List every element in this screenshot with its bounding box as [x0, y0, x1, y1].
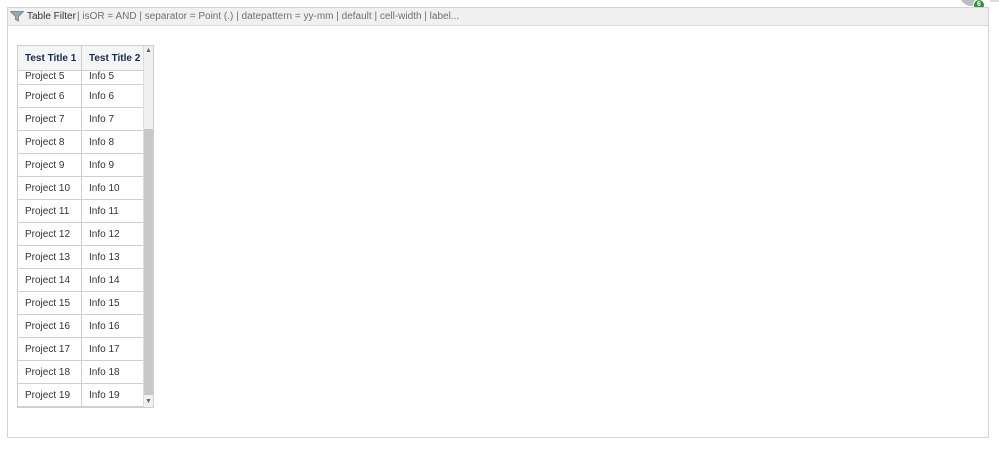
edge-handle — [990, 0, 999, 2]
table-row: Project 10 Info 10 — [18, 176, 145, 200]
table-cell: Info 5 — [81, 70, 145, 85]
table-cell: Project 6 — [18, 84, 82, 108]
table-cell: Info 16 — [81, 314, 145, 338]
table-cell: Project 9 — [18, 153, 82, 177]
table-cell: Info 9 — [81, 153, 145, 177]
table-cell: Info 18 — [81, 360, 145, 384]
table-row: Project 12 Info 12 — [18, 222, 145, 246]
table-filter-macro: Table Filter | isOR = AND | separator = … — [7, 7, 989, 438]
table-cell: Project 17 — [18, 337, 82, 361]
table-header-row: Test Title 1 Test Title 2 — [18, 46, 145, 71]
table-cell: Project 5 — [18, 70, 82, 85]
table-cell: Project 8 — [18, 130, 82, 154]
table-cell: Project 14 — [18, 268, 82, 292]
table-row: Project 17 Info 17 — [18, 337, 145, 361]
scrollbar-thumb[interactable] — [144, 129, 153, 395]
table-row: Project 9 Info 9 — [18, 153, 145, 177]
table-row: Project 5 Info 5 — [18, 70, 145, 85]
table-cell: Info 6 — [81, 84, 145, 108]
table-cell: Info 7 — [81, 107, 145, 131]
table-cell: Project 12 — [18, 222, 82, 246]
table-cell: Info 12 — [81, 222, 145, 246]
table-row: Project 6 Info 6 — [18, 84, 145, 108]
table-row: Project 15 Info 15 — [18, 291, 145, 315]
table-row: Project 13 Info 13 — [18, 245, 145, 269]
table-cell: Info 17 — [81, 337, 145, 361]
table-cell: Project 11 — [18, 199, 82, 223]
table-cell: Project 16 — [18, 314, 82, 338]
table-cell: Info 19 — [81, 383, 145, 407]
macro-parameters: | isOR = AND | separator = Point (.) | d… — [77, 11, 460, 22]
table-cell: Project 10 — [18, 176, 82, 200]
table-row: Project 18 Info 18 — [18, 360, 145, 384]
table-row: Project 7 Info 7 — [18, 107, 145, 131]
table-cell: Project 15 — [18, 291, 82, 315]
chevron-up-icon[interactable]: ▲ — [144, 46, 153, 56]
table-row: Project 19 Info 19 — [18, 383, 145, 407]
macro-name: Table Filter — [27, 11, 76, 22]
table-cell: Info 11 — [81, 199, 145, 223]
table-cell: Project 13 — [18, 245, 82, 269]
table-cell: Info 8 — [81, 130, 145, 154]
table-cell: Info 13 — [81, 245, 145, 269]
filter-table-container[interactable]: Test Title 1 Test Title 2 Project 5 Info … — [17, 45, 154, 408]
funnel-icon — [10, 11, 24, 22]
table-row: Project 8 Info 8 — [18, 130, 145, 154]
table-cell: Project 18 — [18, 360, 82, 384]
table-cell: Info 14 — [81, 268, 145, 292]
table-cell: Project 19 — [18, 383, 82, 407]
table-row: Project 14 Info 14 — [18, 268, 145, 292]
table-row: Project 11 Info 11 — [18, 199, 145, 223]
macro-header[interactable]: Table Filter | isOR = AND | separator = … — [8, 8, 988, 26]
table-cell: Info 15 — [81, 291, 145, 315]
table-cell: Info 10 — [81, 176, 145, 200]
filter-table: Test Title 1 Test Title 2 Project 5 Info … — [18, 46, 145, 407]
table-row: Project 16 Info 16 — [18, 314, 145, 338]
chevron-down-icon[interactable]: ▼ — [144, 397, 153, 407]
vertical-scrollbar[interactable]: ▲ ▼ — [143, 46, 153, 407]
column-header-2[interactable]: Test Title 2 — [81, 46, 145, 71]
column-header-1[interactable]: Test Title 1 — [18, 46, 82, 71]
table-cell: Project 7 — [18, 107, 82, 131]
